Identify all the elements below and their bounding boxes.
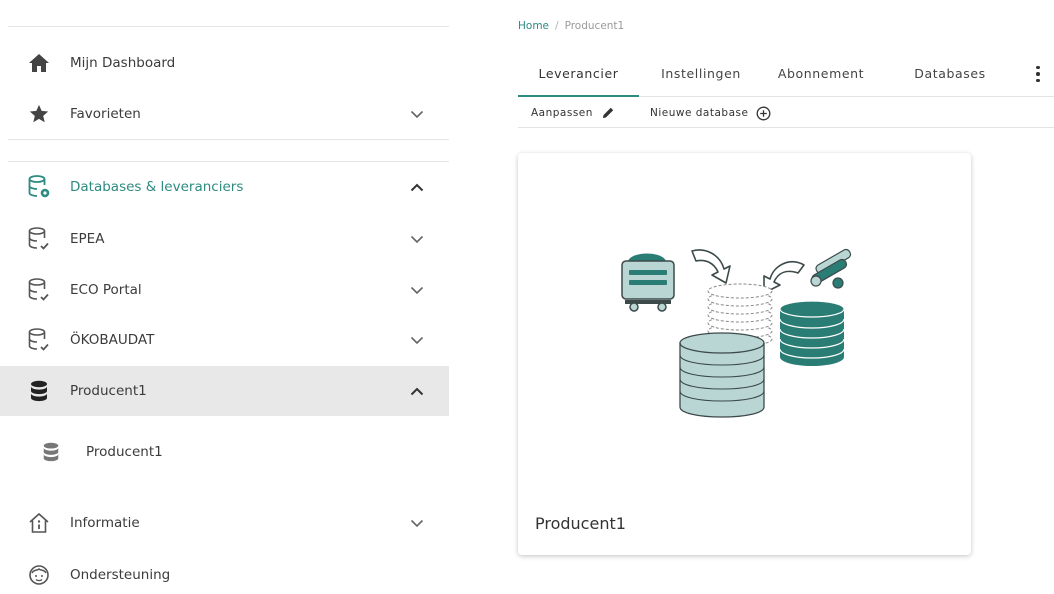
chevron-down-icon[interactable]: [408, 331, 426, 349]
sidebar-item-label: Favorieten: [70, 106, 141, 122]
chevron-down-icon[interactable]: [408, 281, 426, 299]
supplier-card[interactable]: Producent1: [518, 153, 971, 555]
database-check-icon: [26, 226, 52, 252]
home-icon: [26, 50, 52, 76]
arrow-icon: [691, 249, 731, 284]
sidebar-item-favorites[interactable]: Favorieten: [0, 89, 449, 139]
divider: [8, 26, 449, 27]
sidebar-item-okobaudat[interactable]: ÖKOBAUDAT: [0, 315, 449, 365]
chevron-up-icon[interactable]: [408, 178, 426, 196]
edit-button[interactable]: Aanpassen: [531, 100, 615, 126]
sidebar-item-label: Producent1: [70, 383, 147, 399]
card-title: Producent1: [535, 514, 626, 533]
sidebar-item-label: ECO Portal: [70, 282, 142, 298]
database-settings-icon: [26, 174, 52, 200]
chevron-down-icon[interactable]: [408, 105, 426, 123]
chevron-down-icon[interactable]: [408, 230, 426, 248]
tab-databases[interactable]: Databases: [900, 51, 1000, 96]
chevron-up-icon[interactable]: [408, 382, 426, 400]
info-house-icon: [26, 510, 52, 536]
database-icon: [26, 378, 52, 404]
edit-button-label: Aanpassen: [531, 107, 593, 119]
breadcrumb-home-link[interactable]: Home: [518, 20, 549, 32]
database-icon: [38, 439, 64, 465]
breadcrumb: Home / Producent1: [518, 20, 624, 32]
sidebar-item-label: EPEA: [70, 231, 105, 247]
new-database-button[interactable]: Nieuwe database: [650, 100, 771, 126]
sidebar-subitem-producent1[interactable]: Producent1: [0, 427, 449, 477]
chevron-down-icon[interactable]: [408, 514, 426, 532]
action-toolbar: Aanpassen Nieuwe database: [518, 100, 1054, 128]
sidebar-item-label: Ondersteuning: [70, 567, 171, 583]
new-database-button-label: Nieuwe database: [650, 107, 749, 119]
sidebar-item-label: ÖKOBAUDAT: [70, 332, 155, 348]
sidebar-item-producent1[interactable]: Producent1: [0, 366, 449, 416]
breadcrumb-separator: /: [555, 20, 559, 32]
logs-icon: [810, 248, 852, 289]
tab-abonnement[interactable]: Abonnement: [771, 51, 871, 96]
sidebar-item-label: Producent1: [86, 444, 163, 460]
database-stack-dark: [779, 300, 845, 366]
support-face-icon: [26, 562, 52, 588]
database-check-icon: [26, 327, 52, 353]
database-stack-main: [679, 332, 765, 418]
sidebar-item-label: Mijn Dashboard: [70, 55, 176, 71]
sidebar: Mijn Dashboard Favorieten Databases & le…: [0, 0, 449, 594]
sidebar-item-ondersteuning[interactable]: Ondersteuning: [0, 550, 449, 594]
database-check-icon: [26, 277, 52, 303]
tab-leverancier[interactable]: Leverancier: [518, 51, 639, 97]
mining-cart-icon: [621, 253, 675, 312]
more-vert-icon[interactable]: [1031, 63, 1045, 85]
star-icon: [26, 101, 52, 127]
sidebar-item-informatie[interactable]: Informatie: [0, 498, 449, 548]
sidebar-item-epea[interactable]: EPEA: [0, 214, 449, 264]
sidebar-item-dashboard[interactable]: Mijn Dashboard: [0, 38, 449, 88]
sidebar-item-label: Databases & leveranciers: [70, 179, 244, 195]
sidebar-item-label: Informatie: [70, 515, 140, 531]
divider: [8, 139, 449, 140]
add-circle-icon: [756, 106, 771, 121]
sidebar-item-eco-portal[interactable]: ECO Portal: [0, 265, 449, 315]
tab-bar: Leverancier Instellingen Abonnement Data…: [518, 51, 1054, 97]
sidebar-item-databases-suppliers[interactable]: Databases & leveranciers: [0, 162, 449, 212]
breadcrumb-current: Producent1: [564, 20, 625, 32]
pencil-icon: [601, 106, 615, 120]
main-content: Home / Producent1 Leverancier Instellingen…: [507, 0, 1054, 594]
database-illustration: [621, 248, 852, 418]
tab-instellingen[interactable]: Instellingen: [651, 51, 751, 96]
